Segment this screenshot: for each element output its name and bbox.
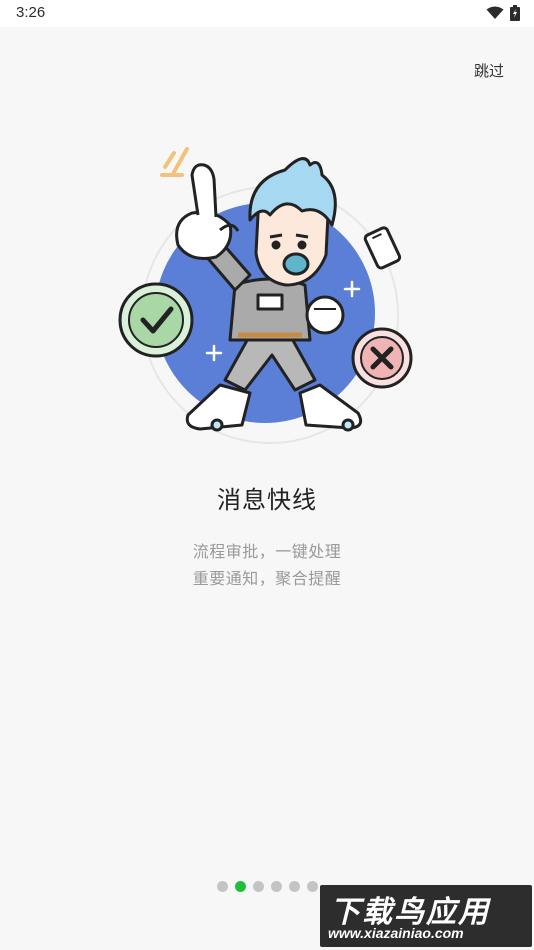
onboarding-illustration xyxy=(118,147,413,444)
phone-icon xyxy=(363,226,402,270)
page-dot xyxy=(271,881,282,892)
page-dot-active xyxy=(235,881,246,892)
status-icons xyxy=(486,5,520,21)
watermark: 下载鸟应用 www.xiazainiao.com xyxy=(320,885,532,947)
page-dot xyxy=(253,881,264,892)
page-dot xyxy=(307,881,318,892)
page-indicator xyxy=(217,881,318,892)
cross-badge-icon xyxy=(351,327,413,389)
wifi-icon xyxy=(486,6,504,19)
check-badge-icon xyxy=(118,282,194,358)
description-line-2: 重要通知，聚合提醒 xyxy=(192,569,342,588)
watermark-url: www.xiazainiao.com xyxy=(328,925,464,941)
skip-button[interactable]: 跳过 xyxy=(474,60,504,81)
page-title: 消息快线 xyxy=(217,486,317,514)
status-time: 3:26 xyxy=(16,4,46,21)
battery-charging-icon xyxy=(510,5,520,21)
page-dot xyxy=(217,881,228,892)
description-line-1: 流程审批，一键处理 xyxy=(192,542,342,561)
page-dot xyxy=(289,881,300,892)
status-bar: 3:26 xyxy=(0,0,534,27)
